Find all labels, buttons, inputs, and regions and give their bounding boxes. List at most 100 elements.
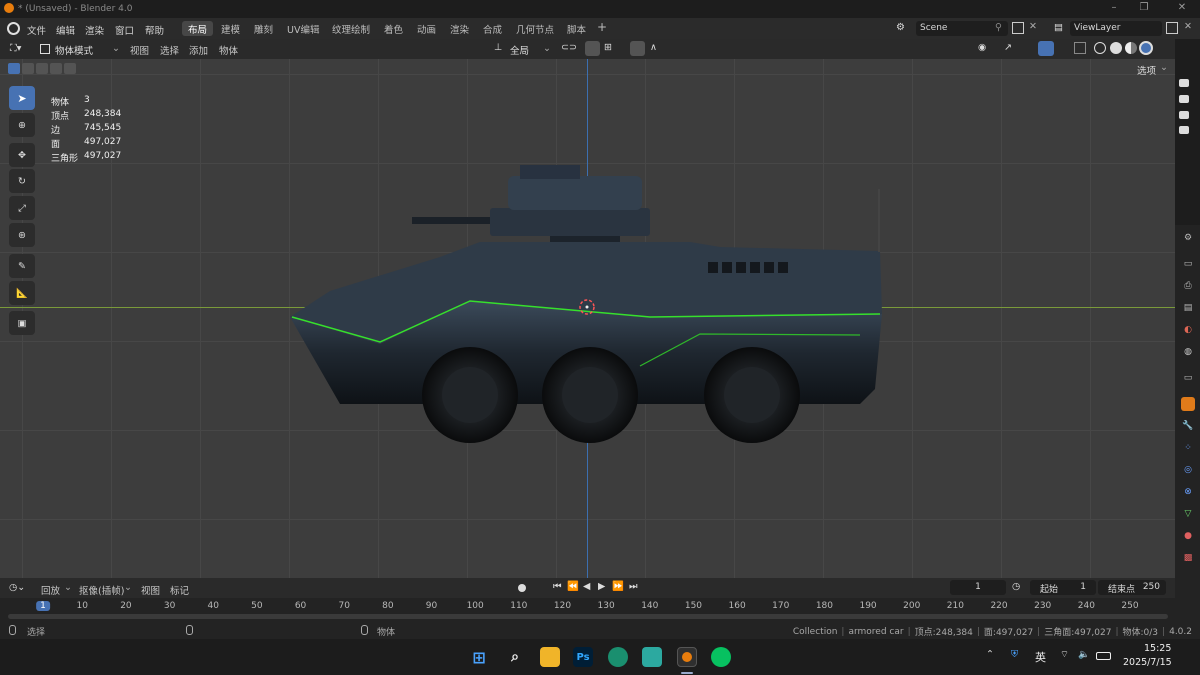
snap-target-icon[interactable]: ⊞ (604, 42, 612, 53)
proportional-icon[interactable] (630, 41, 645, 56)
gizmo-icon[interactable]: ↗ (1004, 42, 1012, 53)
armored-car-model[interactable] (0, 59, 1175, 578)
physics-properties-icon[interactable]: ◎ (1181, 463, 1195, 477)
editor-type-icon[interactable]: ⛶▾ (10, 43, 21, 54)
move-tool-icon[interactable]: ✥ (9, 143, 35, 167)
blender-menu-icon[interactable] (7, 22, 20, 35)
clock-time[interactable]: 15:25 (1144, 643, 1171, 654)
select-box-mode-new-icon[interactable] (8, 63, 20, 74)
select-box-mode-subtract-icon[interactable] (36, 63, 48, 74)
tab-texture-paint[interactable]: 纹理绘制 (326, 21, 376, 36)
remove-scene-icon[interactable]: ✕ (1029, 21, 1037, 32)
security-icon[interactable]: ⛨ (1011, 649, 1018, 660)
wifi-icon[interactable]: ⌔ (1060, 649, 1069, 660)
modifier-properties-icon[interactable]: 🔧 (1181, 419, 1195, 433)
maximize-icon[interactable]: ❐ (1134, 2, 1154, 13)
rotate-tool-icon[interactable]: ↻ (9, 169, 35, 193)
material-properties-icon[interactable]: ● (1181, 529, 1195, 543)
add-workspace-icon[interactable]: + (591, 19, 613, 34)
wireframe-shading-icon[interactable] (1094, 42, 1106, 54)
select-box-mode-invert-icon[interactable] (50, 63, 62, 74)
tab-animation[interactable]: 动画 (411, 21, 442, 36)
texture-properties-icon[interactable]: ▩ (1181, 551, 1195, 565)
scene-icon[interactable]: ⚙ (896, 22, 905, 33)
3d-viewport[interactable]: ➤ ⊕ ✥ ↻ ⤢ ⊛ ✎ 📐 ▣ 物体 3 顶点 248,384 边 745,… (0, 59, 1175, 578)
constraint-properties-icon[interactable]: ⊗ (1181, 485, 1195, 499)
view-layer-icon[interactable]: ▤ (1054, 22, 1063, 33)
timeline-scrubber[interactable]: 1 10 20 30 40 50 60 70 80 90 100 110 120 130 140 150 160… (0, 598, 1175, 622)
jump-start-icon[interactable]: ⏮ (553, 581, 562, 592)
new-scene-icon[interactable] (1012, 22, 1024, 34)
output-properties-icon[interactable]: ⎙ (1181, 279, 1195, 293)
measure-tool-icon[interactable]: 📐 (9, 281, 35, 305)
file-explorer-icon[interactable] (540, 647, 560, 667)
tool-properties-icon[interactable]: ⚙ (1181, 231, 1195, 245)
collection-properties-icon[interactable]: ▭ (1181, 371, 1195, 385)
rendered-shading-icon[interactable] (1139, 41, 1153, 55)
new-view-layer-icon[interactable] (1166, 22, 1178, 34)
material-shading-icon[interactable] (1125, 42, 1137, 54)
falloff-icon[interactable]: ∧ (650, 42, 657, 53)
scale-tool-icon[interactable]: ⤢ (9, 196, 35, 220)
scene-properties-icon[interactable]: ◐ (1181, 323, 1195, 337)
minimize-icon[interactable]: – (1104, 2, 1124, 13)
edge-browser-icon[interactable] (608, 647, 628, 667)
timeline-editor-icon[interactable]: ◷⌄ (9, 582, 25, 593)
tab-scripting[interactable]: 脚本 (561, 21, 592, 36)
menu-view[interactable]: 视图 (130, 43, 149, 57)
start-frame-field[interactable]: 起始 1 (1030, 580, 1096, 595)
search-icon[interactable]: ⌕ (505, 647, 525, 667)
select-box-mode-extend-icon[interactable] (22, 63, 34, 74)
camera-icon[interactable] (1179, 111, 1189, 119)
visibility-icon[interactable]: ◉ (978, 42, 986, 53)
menu-help[interactable]: 帮助 (145, 23, 164, 37)
mode-select[interactable]: 物体模式 (55, 43, 93, 57)
tab-compositing[interactable]: 合成 (477, 21, 508, 36)
tab-uv-editing[interactable]: UV编辑 (281, 21, 325, 36)
camera-icon[interactable] (1179, 126, 1189, 134)
menu-file[interactable]: 文件 (27, 23, 46, 37)
render-properties-icon[interactable]: ▭ (1181, 257, 1195, 271)
play-icon[interactable]: ▶ (598, 581, 605, 592)
menu-add[interactable]: 添加 (189, 43, 208, 57)
menu-window[interactable]: 窗口 (115, 23, 134, 37)
menu-object[interactable]: 物体 (219, 43, 238, 57)
world-properties-icon[interactable]: ◍ (1181, 345, 1195, 359)
pivot-icon[interactable]: ⊂⊃ (561, 42, 577, 53)
record-icon[interactable] (518, 584, 526, 592)
clock-date[interactable]: 2025/7/15 (1123, 657, 1172, 668)
start-menu-icon[interactable]: ⊞ (469, 647, 489, 667)
tab-geometry-nodes[interactable]: 几何节点 (510, 21, 560, 36)
tab-rendering[interactable]: 渲染 (444, 21, 475, 36)
camera-icon[interactable] (1179, 95, 1189, 103)
prev-keyframe-icon[interactable]: ⏪ (567, 581, 579, 592)
view-layer-properties-icon[interactable]: ▤ (1181, 301, 1195, 315)
tab-shading[interactable]: 着色 (378, 21, 409, 36)
annotate-tool-icon[interactable]: ✎ (9, 254, 35, 278)
volume-icon[interactable]: 🔈 (1078, 649, 1090, 660)
menu-render[interactable]: 渲染 (85, 23, 104, 37)
xray-icon[interactable] (1074, 42, 1086, 54)
play-reverse-icon[interactable]: ◀ (583, 581, 590, 592)
ime-indicator[interactable]: 英 (1035, 649, 1046, 665)
snap-icon[interactable] (585, 41, 600, 56)
solid-shading-icon[interactable] (1110, 42, 1122, 54)
menu-select[interactable]: 选择 (160, 43, 179, 57)
transform-orientation-select[interactable]: 全局 (510, 43, 529, 57)
transform-tool-icon[interactable]: ⊛ (9, 223, 35, 247)
timeline-scrollbar[interactable] (8, 614, 1168, 619)
object-properties-icon[interactable] (1181, 397, 1195, 411)
particle-properties-icon[interactable]: ⁘ (1181, 441, 1195, 455)
select-box-mode-intersect-icon[interactable] (64, 63, 76, 74)
current-frame-field[interactable]: 1 (950, 580, 1006, 595)
close-icon[interactable]: ✕ (1172, 2, 1192, 13)
add-cube-tool-icon[interactable]: ▣ (9, 311, 35, 335)
wechat-icon[interactable] (711, 647, 731, 667)
clock-icon[interactable]: ◷ (1012, 581, 1020, 592)
3d-app-icon[interactable] (642, 647, 662, 667)
jump-end-icon[interactable]: ⏭ (629, 581, 638, 592)
menu-marker[interactable]: 标记 (170, 583, 189, 597)
tray-expand-icon[interactable]: ⌃ (986, 649, 994, 660)
cursor-tool-icon[interactable]: ⊕ (9, 113, 35, 137)
overlay-icon[interactable] (1038, 41, 1054, 56)
